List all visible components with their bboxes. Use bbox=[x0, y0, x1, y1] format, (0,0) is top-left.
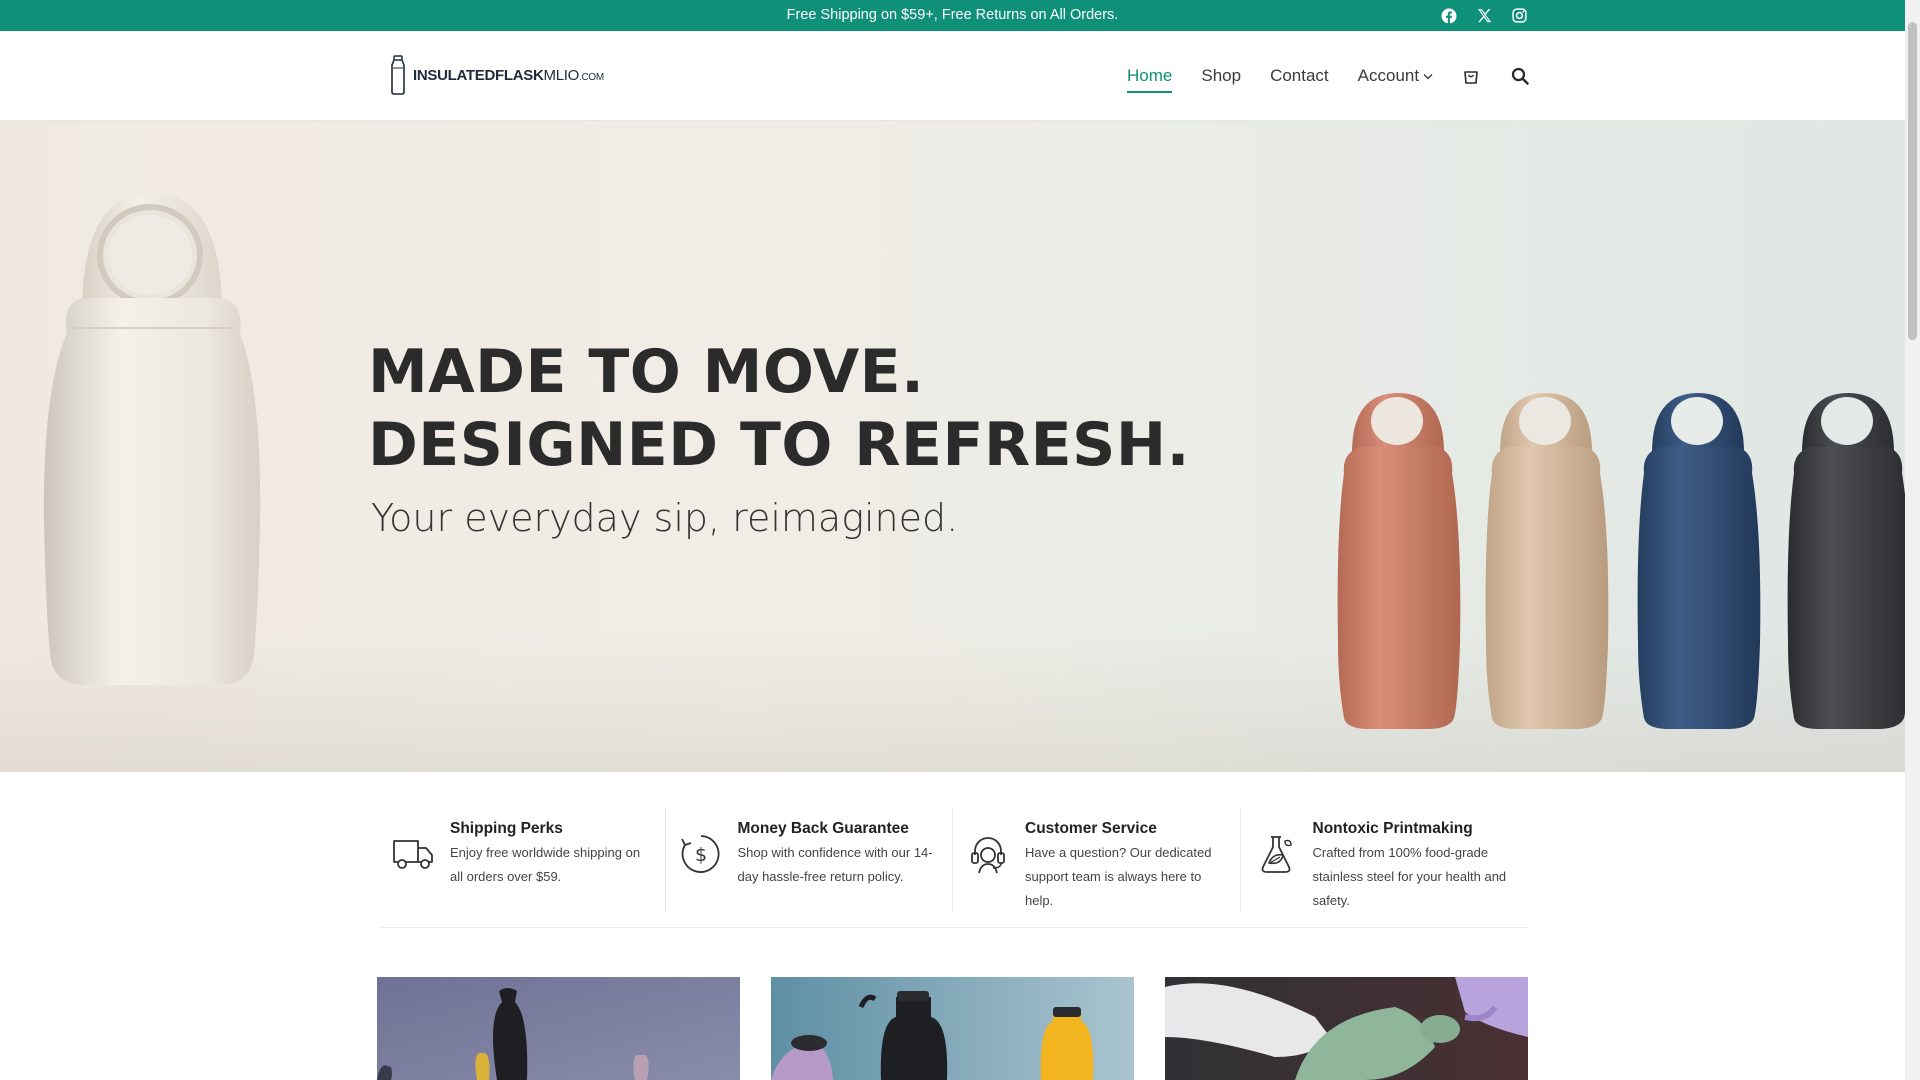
nav-shop[interactable]: Shop bbox=[1201, 62, 1241, 90]
scrollbar-thumb[interactable] bbox=[1908, 22, 1917, 340]
x-icon[interactable] bbox=[1476, 8, 1492, 24]
nav-account-label: Account bbox=[1357, 66, 1420, 85]
announcement-bar: Free Shipping on $59+, Free Returns on A… bbox=[0, 0, 1905, 31]
feature-desc: Crafted from 100% food-grade stainless s… bbox=[1312, 845, 1507, 908]
page-scrollbar[interactable] bbox=[1905, 0, 1920, 1080]
site-logo[interactable]: INSULATEDFLASKMLIO.COM bbox=[389, 55, 604, 95]
nav-contact[interactable]: Contact bbox=[1270, 62, 1329, 90]
feature-title: Customer Service bbox=[1025, 820, 1157, 837]
product-tile-2-image[interactable] bbox=[771, 977, 1134, 1080]
social-links bbox=[1441, 0, 1527, 31]
instagram-icon[interactable] bbox=[1511, 8, 1527, 24]
logo-wordmark: INSULATEDFLASKMLIO.COM bbox=[413, 66, 604, 84]
product-tile-3-image[interactable] bbox=[1165, 977, 1528, 1080]
main-nav: Home Shop Contact Account bbox=[1127, 31, 1462, 121]
feature-title: Nontoxic Printmaking bbox=[1312, 820, 1473, 837]
hero-tagline: Your everyday sip, reimagined. bbox=[371, 496, 959, 540]
feature-item: Nontoxic Printmaking Crafted from 100% f… bbox=[1241, 808, 1529, 912]
feature-title: Money Back Guarantee bbox=[737, 820, 909, 837]
feature-item: Customer Service Have a question? Our de… bbox=[953, 808, 1241, 912]
truck-icon bbox=[390, 831, 436, 877]
facebook-icon[interactable] bbox=[1441, 8, 1457, 24]
feature-desc: Shop with confidence with our 14-day has… bbox=[737, 845, 933, 884]
feature-desc: Enjoy free worldwide shipping on all ord… bbox=[450, 845, 641, 884]
feature-item: $ Money Back Guarantee Shop with confide… bbox=[666, 808, 953, 912]
feature-strip: Shipping Perks Enjoy free worldwide ship… bbox=[378, 808, 1528, 928]
hero-heading-line1: MADE TO MOVE. bbox=[368, 337, 925, 407]
hero-banner: MADE TO MOVE. DESIGNED TO REFRESH. Your … bbox=[0, 121, 1905, 772]
hero-bottle-white-image bbox=[43, 193, 261, 685]
chevron-down-icon bbox=[1423, 74, 1433, 80]
nav-account[interactable]: Account bbox=[1358, 62, 1433, 90]
nav-home[interactable]: Home bbox=[1127, 62, 1173, 93]
site-header: INSULATEDFLASKMLIO.COM Home Shop Contact… bbox=[0, 31, 1905, 121]
money-back-icon: $ bbox=[678, 831, 724, 877]
product-tiles bbox=[377, 977, 1528, 1080]
feature-item: Shipping Perks Enjoy free worldwide ship… bbox=[378, 808, 666, 912]
hero-text: MADE TO MOVE. DESIGNED TO REFRESH. Your … bbox=[368, 336, 1190, 540]
hero-heading-line2: DESIGNED TO REFRESH. bbox=[368, 410, 1190, 480]
feature-title: Shipping Perks bbox=[450, 820, 563, 837]
bottle-logo-icon bbox=[391, 55, 405, 95]
cart-icon[interactable] bbox=[1461, 66, 1481, 86]
search-icon[interactable] bbox=[1510, 66, 1530, 86]
svg-text:$: $ bbox=[694, 844, 706, 866]
feature-desc: Have a question? Our dedicated support t… bbox=[1025, 845, 1212, 908]
hero-bottles-group-image bbox=[1337, 393, 1905, 729]
hero-heading: MADE TO MOVE. DESIGNED TO REFRESH. bbox=[368, 336, 1190, 482]
flask-leaf-icon bbox=[1253, 831, 1299, 877]
announcement-text: Free Shipping on $59+, Free Returns on A… bbox=[786, 7, 1119, 23]
product-tile-1-image[interactable] bbox=[377, 977, 740, 1080]
headset-icon bbox=[965, 831, 1011, 877]
